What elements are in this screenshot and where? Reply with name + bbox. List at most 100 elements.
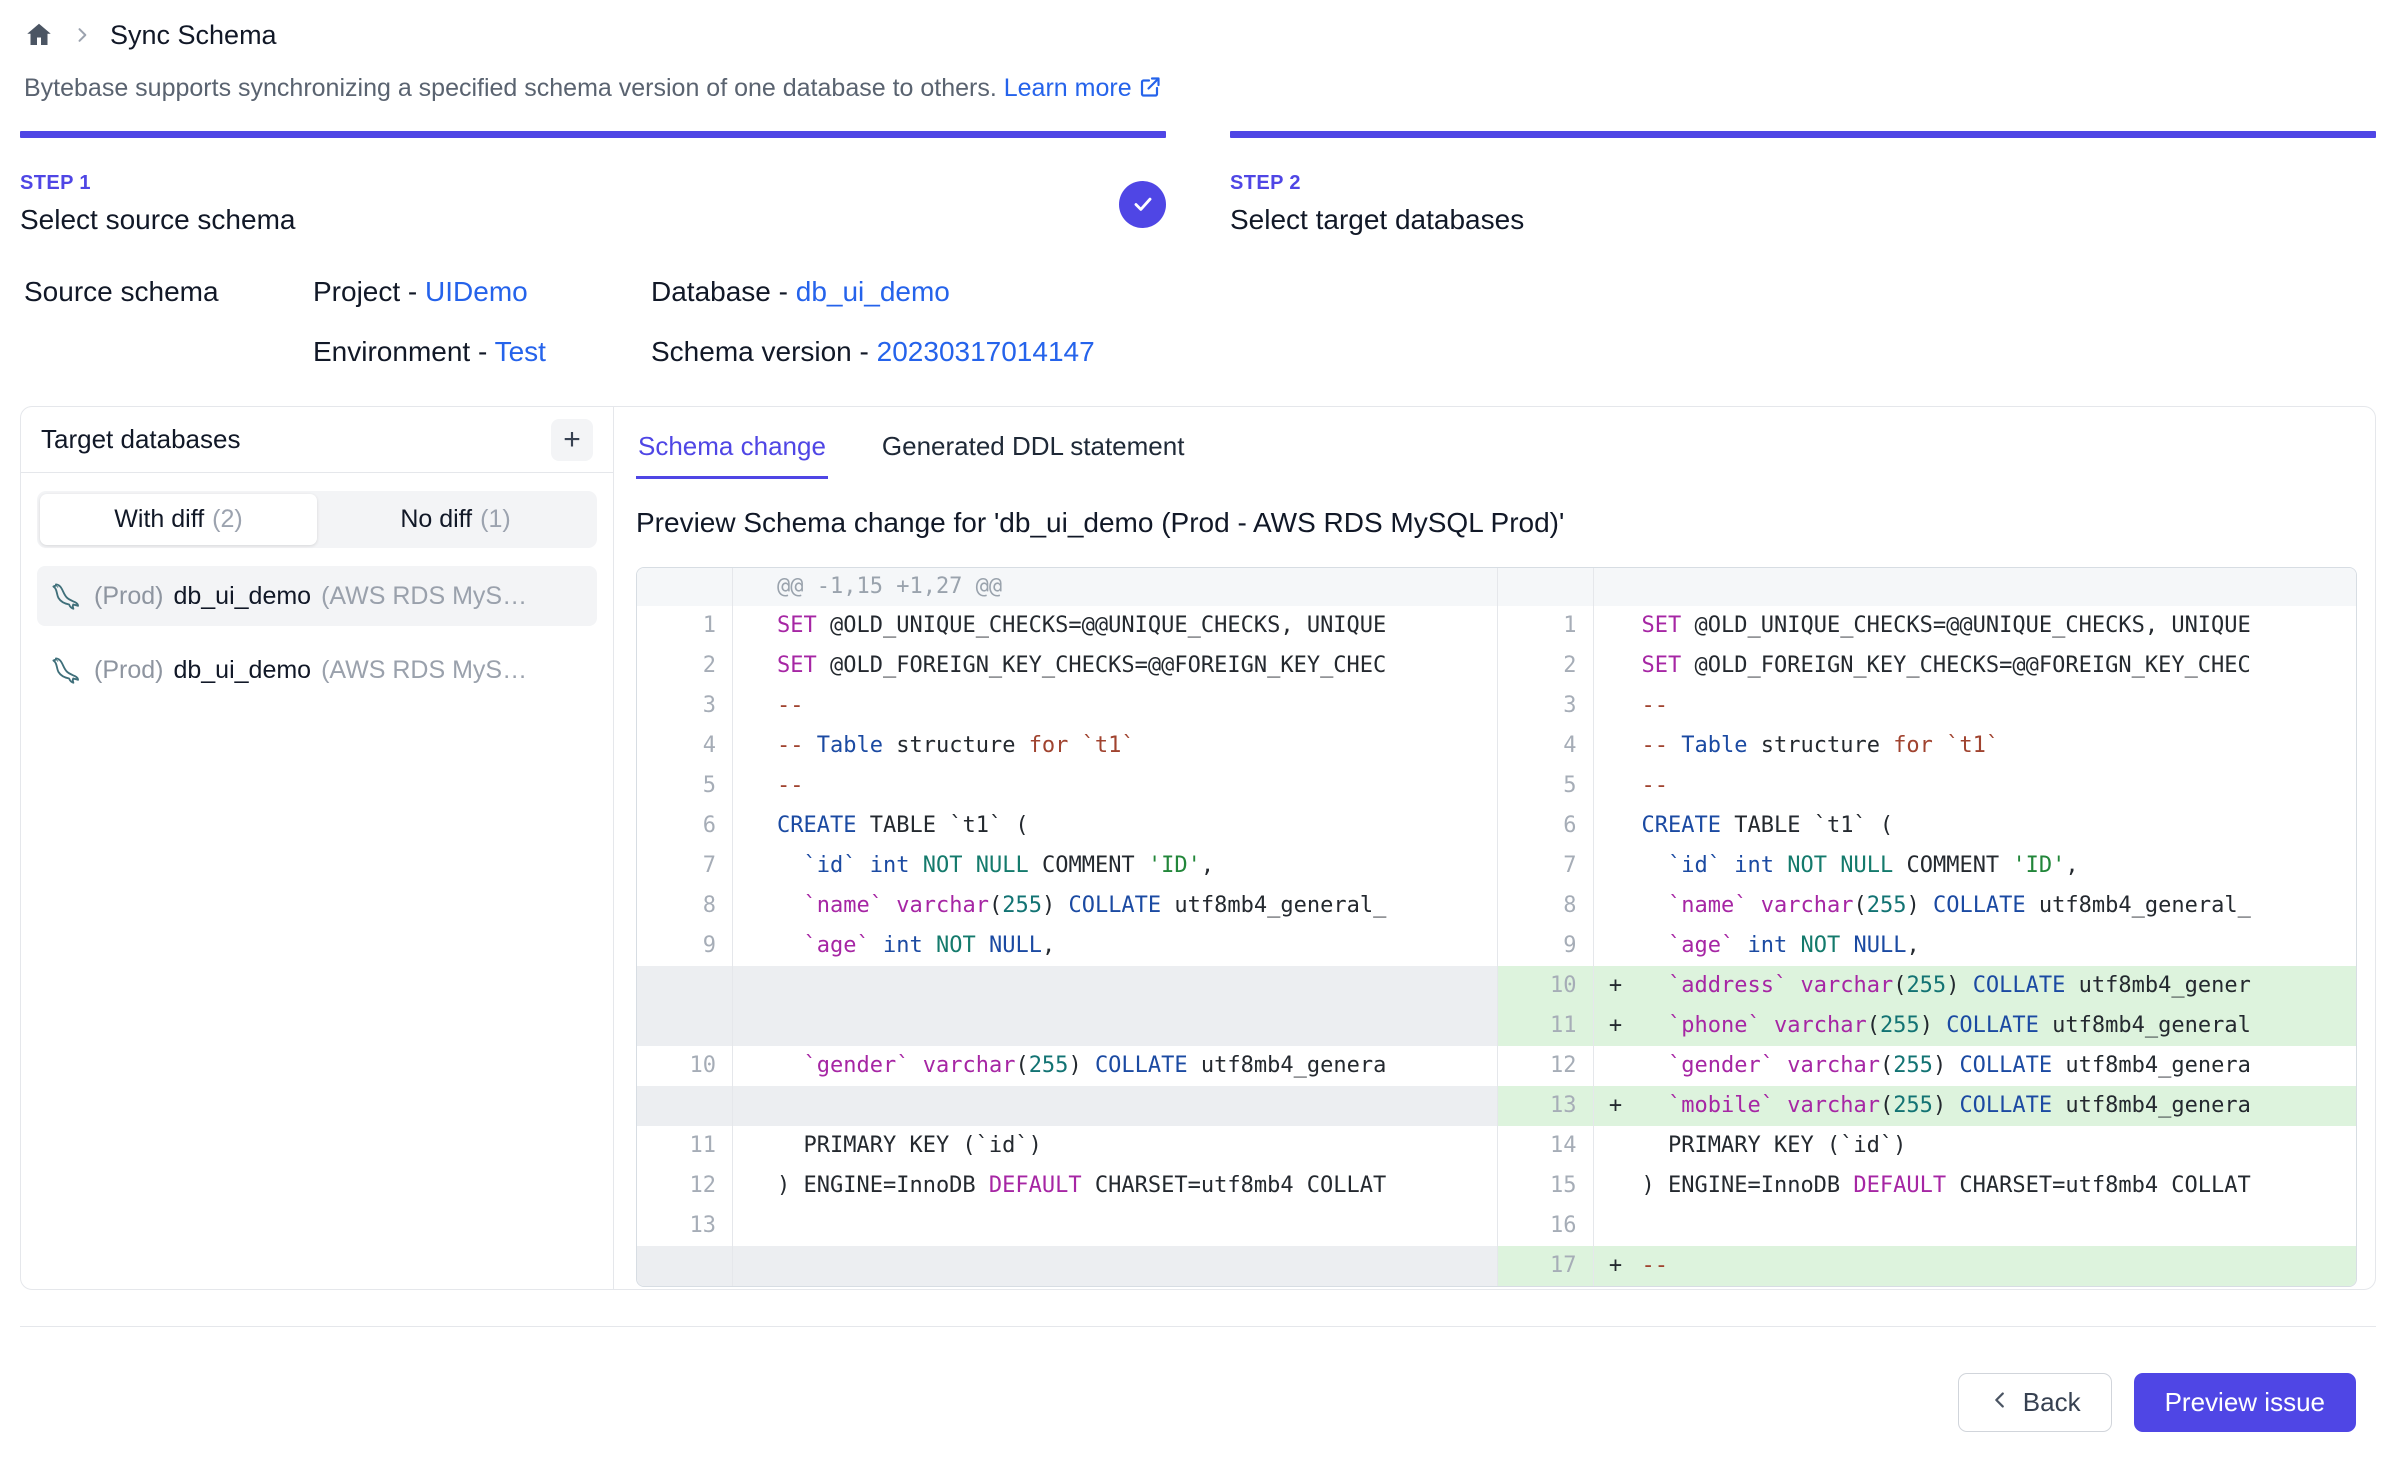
diff-right-pane-row: 2SET @OLD_FOREIGN_KEY_CHECKS=@@FOREIGN_K… — [1497, 646, 2357, 686]
diff-right-code: CREATE TABLE `t1` ( — [1638, 806, 2357, 846]
target-database-item[interactable]: (Prod) db_ui_demo (AWS RDS MyS… — [37, 566, 597, 626]
diff-row: 2SET @OLD_FOREIGN_KEY_CHECKS=@@FOREIGN_K… — [637, 646, 2356, 686]
diff-left-pane-row: 4-- Table structure for `t1` — [637, 726, 1497, 766]
diff-right-code: `id` int NOT NULL COMMENT 'ID', — [1638, 846, 2357, 886]
diff-left-code: `id` int NOT NULL COMMENT 'ID', — [733, 846, 1497, 886]
diff-left-code: PRIMARY KEY (`id`) — [733, 1126, 1497, 1166]
diff-row: 7 `id` int NOT NULL COMMENT 'ID',7 `id` … — [637, 846, 2356, 886]
diff-right-line-number: 6 — [1498, 806, 1594, 846]
breadcrumb: Sync Schema — [20, 0, 2376, 52]
diff-left-pane-row: 6CREATE TABLE `t1` ( — [637, 806, 1497, 846]
diff-left-code: -- Table structure for `t1` — [733, 726, 1497, 766]
diff-left-line-number — [637, 568, 733, 606]
diff-left-line-number: 3 — [637, 686, 733, 726]
diff-left-code: CREATE TABLE `t1` ( — [733, 806, 1497, 846]
database-link[interactable]: db_ui_demo — [796, 276, 950, 307]
schema-preview-area: Schema change Generated DDL statement Pr… — [614, 407, 2375, 1289]
diff-right-line-number: 13 — [1498, 1086, 1594, 1126]
diff-right-code: PRIMARY KEY (`id`) — [1638, 1126, 2357, 1166]
mysql-icon — [50, 653, 84, 687]
page-title: Sync Schema — [110, 20, 277, 51]
step-2-progress-bar — [1230, 131, 2376, 138]
tab-schema-change[interactable]: Schema change — [636, 425, 828, 479]
with-diff-count: (2) — [212, 505, 243, 534]
diff-add-sign — [1594, 1206, 1638, 1246]
home-icon[interactable] — [24, 20, 54, 50]
diff-left-pane-row: 9 `age` int NOT NULL, — [637, 926, 1497, 966]
back-button[interactable]: Back — [1958, 1373, 2112, 1432]
diff-row: 8 `name` varchar(255) COLLATE utf8mb4_ge… — [637, 886, 2356, 926]
diff-left-line-number: 10 — [637, 1046, 733, 1086]
diff-right-code: `phone` varchar(255) COLLATE utf8mb4_gen… — [1638, 1006, 2357, 1046]
sync-schema-card: Target databases + With diff (2) No diff… — [20, 406, 2376, 1290]
diff-left-code — [733, 966, 1497, 1006]
diff-right-code — [1638, 1206, 2357, 1246]
diff-row: 3--3-- — [637, 686, 2356, 726]
diff-add-sign: + — [1594, 966, 1638, 1006]
environment-link[interactable]: Test — [495, 336, 546, 367]
diff-right-line-number: 14 — [1498, 1126, 1594, 1166]
diff-right-code: `age` int NOT NULL, — [1638, 926, 2357, 966]
diff-row: 10 `gender` varchar(255) COLLATE utf8mb4… — [637, 1046, 2356, 1086]
diff-left-pane-row: 10 `gender` varchar(255) COLLATE utf8mb4… — [637, 1046, 1497, 1086]
diff-right-code: `mobile` varchar(255) COLLATE utf8mb4_ge… — [1638, 1086, 2357, 1126]
diff-add-sign — [1594, 1126, 1638, 1166]
add-target-database-button[interactable]: + — [551, 419, 593, 461]
db-name: db_ui_demo — [173, 582, 311, 611]
diff-right-code: SET @OLD_UNIQUE_CHECKS=@@UNIQUE_CHECKS, … — [1638, 606, 2357, 646]
diff-right-line-number: 7 — [1498, 846, 1594, 886]
diff-add-sign — [1594, 646, 1638, 686]
preview-issue-button[interactable]: Preview issue — [2134, 1373, 2356, 1432]
diff-left-code — [733, 1246, 1497, 1286]
diff-row: 11 PRIMARY KEY (`id`)14 PRIMARY KEY (`id… — [637, 1126, 2356, 1166]
diff-right-line-number: 12 — [1498, 1046, 1594, 1086]
diff-left-line-number: 6 — [637, 806, 733, 846]
schema-diff-viewer: @@ -1,15 +1,27 @@1SET @OLD_UNIQUE_CHECKS… — [636, 567, 2357, 1287]
db-instance: (AWS RDS MyS… — [321, 656, 527, 685]
diff-left-code: SET @OLD_UNIQUE_CHECKS=@@UNIQUE_CHECKS, … — [733, 606, 1497, 646]
step-completed-check-icon — [1119, 181, 1166, 228]
diff-right-pane-row — [1497, 568, 2357, 606]
diff-left-line-number: 8 — [637, 886, 733, 926]
diff-left-code: @@ -1,15 +1,27 @@ — [733, 568, 1497, 606]
diff-right-code — [1638, 568, 2357, 606]
target-database-item[interactable]: (Prod) db_ui_demo (AWS RDS MyS… — [37, 640, 597, 700]
diff-add-sign — [1594, 806, 1638, 846]
chevron-right-icon — [72, 25, 92, 45]
diff-left-line-number — [637, 1246, 733, 1286]
diff-right-pane-row: 1 SET @OLD_UNIQUE_CHECKS=@@UNIQUE_CHECKS,… — [1497, 606, 2357, 646]
diff-row: @@ -1,15 +1,27 @@ — [637, 568, 2356, 606]
diff-left-line-number: 2 — [637, 646, 733, 686]
diff-right-pane-row: 12 `gender` varchar(255) COLLATE utf8mb4… — [1497, 1046, 2357, 1086]
page-description: Bytebase supports synchronizing a specif… — [20, 74, 2376, 103]
project-link[interactable]: UIDemo — [425, 276, 528, 307]
step-1-label: STEP 1 — [20, 172, 295, 195]
diff-left-code: `gender` varchar(255) COLLATE utf8mb4_ge… — [733, 1046, 1497, 1086]
schema-version-link[interactable]: 20230317014147 — [877, 336, 1095, 367]
diff-left-line-number: 7 — [637, 846, 733, 886]
target-databases-title: Target databases — [41, 424, 240, 455]
tab-generated-ddl[interactable]: Generated DDL statement — [880, 425, 1187, 479]
with-diff-tab[interactable]: With diff (2) — [40, 494, 317, 545]
source-schema-label: Source schema — [24, 276, 313, 368]
diff-right-code: -- — [1638, 1246, 2357, 1286]
diff-right-line-number: 3 — [1498, 686, 1594, 726]
project-field: Project - UIDemo — [313, 276, 651, 308]
diff-right-pane-row: 4-- Table structure for `t1` — [1497, 726, 2357, 766]
diff-left-code: `name` varchar(255) COLLATE utf8mb4_gene… — [733, 886, 1497, 926]
diff-left-pane-row: 5-- — [637, 766, 1497, 806]
no-diff-tab[interactable]: No diff (1) — [317, 494, 594, 545]
diff-row: 5--5-- — [637, 766, 2356, 806]
diff-right-code: -- Table structure for `t1` — [1638, 726, 2357, 766]
diff-right-line-number: 1 — [1498, 606, 1594, 646]
diff-right-line-number: 16 — [1498, 1206, 1594, 1246]
learn-more-link[interactable]: Learn more — [1004, 74, 1132, 102]
diff-left-line-number: 12 — [637, 1166, 733, 1206]
diff-right-pane-row: 13+ `mobile` varchar(255) COLLATE utf8mb… — [1497, 1086, 2357, 1126]
step-2: STEP 2 Select target databases — [1230, 131, 2376, 236]
diff-add-sign: + — [1594, 1006, 1638, 1046]
step-1-progress-bar — [20, 131, 1166, 138]
diff-right-code: `gender` varchar(255) COLLATE utf8mb4_ge… — [1638, 1046, 2357, 1086]
description-text: Bytebase supports synchronizing a specif… — [24, 74, 997, 102]
db-instance: (AWS RDS MyS… — [321, 582, 527, 611]
